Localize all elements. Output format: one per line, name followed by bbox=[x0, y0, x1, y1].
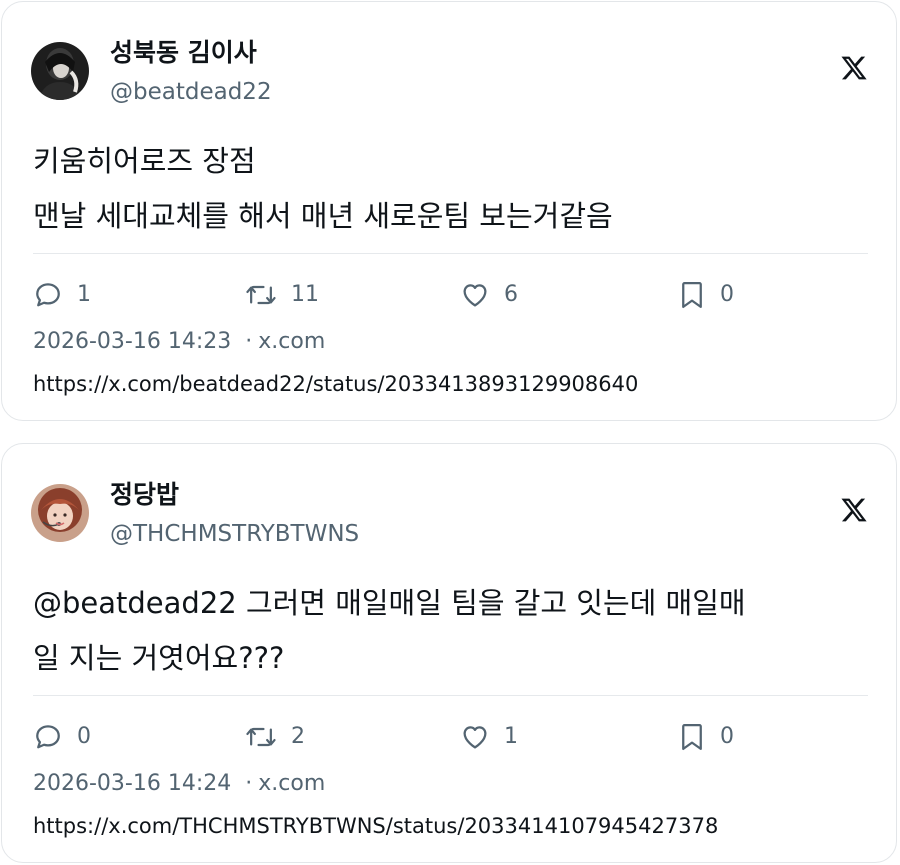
timestamp[interactable]: 2026-03-16 14:23 bbox=[33, 329, 231, 354]
tweet-text: @beatdead22 그러면 매일매일 팀을 갈고 잇는데 매일매 일 지는 … bbox=[33, 576, 873, 686]
display-name[interactable]: 성북동 김이사 bbox=[110, 38, 257, 68]
tweet-text: 키움히어로즈 장점 맨날 세대교체를 해서 매년 새로운팀 보는거같음 bbox=[33, 134, 873, 244]
divider bbox=[33, 253, 868, 254]
action-bar: 0 2 1 0 bbox=[33, 719, 873, 755]
reply-button[interactable]: 1 bbox=[33, 277, 91, 313]
tweet-card[interactable]: 정당밥 @THCHMSTRYBTWNS @beatdead22 그러면 매일매일… bbox=[1, 443, 897, 863]
like-button[interactable]: 6 bbox=[460, 277, 518, 313]
bookmark-icon bbox=[682, 724, 702, 750]
bookmark-button[interactable]: 0 bbox=[678, 277, 734, 313]
retweet-button[interactable]: 11 bbox=[245, 277, 319, 313]
tweet-meta: 2026-03-16 14:24 · x.com bbox=[33, 769, 325, 799]
retweet-count: 11 bbox=[291, 282, 319, 307]
display-name[interactable]: 정당밥 bbox=[110, 480, 179, 510]
avatar[interactable] bbox=[31, 42, 89, 100]
source-link[interactable]: x.com bbox=[258, 329, 325, 354]
tweet-card[interactable]: 성북동 김이사 @beatdead22 키움히어로즈 장점 맨날 세대교체를 해… bbox=[1, 1, 897, 421]
action-bar: 1 11 6 0 bbox=[33, 277, 873, 313]
x-logo-icon[interactable] bbox=[840, 54, 868, 82]
profile-photo-icon bbox=[31, 484, 89, 542]
x-logo-icon[interactable] bbox=[840, 496, 868, 524]
bookmark-count: 0 bbox=[720, 724, 734, 749]
bookmark-icon bbox=[682, 282, 702, 308]
avatar[interactable] bbox=[31, 484, 89, 542]
timestamp[interactable]: 2026-03-16 14:24 bbox=[33, 771, 231, 796]
tweet-url[interactable]: https://x.com/THCHMSTRYBTWNS/status/2033… bbox=[33, 811, 718, 841]
tweet-text-line: @beatdead22 그러면 매일매일 팀을 갈고 잇는데 매일매 bbox=[33, 586, 746, 620]
tweet-url[interactable]: https://x.com/beatdead22/status/20334138… bbox=[33, 369, 638, 399]
user-handle[interactable]: @THCHMSTRYBTWNS bbox=[110, 520, 359, 548]
profile-photo-icon bbox=[31, 42, 89, 100]
tweet-text-line: 키움히어로즈 장점 bbox=[33, 144, 256, 178]
reply-count: 0 bbox=[77, 724, 91, 749]
retweet-count: 2 bbox=[291, 724, 305, 749]
heart-icon bbox=[463, 726, 487, 749]
retweet-icon bbox=[246, 285, 276, 305]
reply-count: 1 bbox=[77, 282, 91, 307]
divider bbox=[33, 695, 868, 696]
tweet-text-line: 맨날 세대교체를 해서 매년 새로운팀 보는거같음 bbox=[33, 199, 613, 233]
retweet-button[interactable]: 2 bbox=[245, 719, 305, 755]
user-handle[interactable]: @beatdead22 bbox=[110, 78, 272, 106]
bookmark-count: 0 bbox=[720, 282, 734, 307]
like-button[interactable]: 1 bbox=[460, 719, 518, 755]
reply-button[interactable]: 0 bbox=[33, 719, 91, 755]
heart-icon bbox=[463, 284, 487, 307]
source-link[interactable]: x.com bbox=[258, 771, 325, 796]
retweet-icon bbox=[246, 727, 276, 747]
like-count: 6 bbox=[504, 282, 518, 307]
tweet-meta: 2026-03-16 14:23 · x.com bbox=[33, 327, 325, 357]
tweet-text-line: 일 지는 거엿어요??? bbox=[33, 641, 285, 675]
reply-icon bbox=[36, 725, 60, 749]
separator: · bbox=[245, 771, 253, 796]
like-count: 1 bbox=[504, 724, 518, 749]
separator: · bbox=[245, 329, 253, 354]
bookmark-button[interactable]: 0 bbox=[678, 719, 734, 755]
reply-icon bbox=[36, 283, 60, 307]
